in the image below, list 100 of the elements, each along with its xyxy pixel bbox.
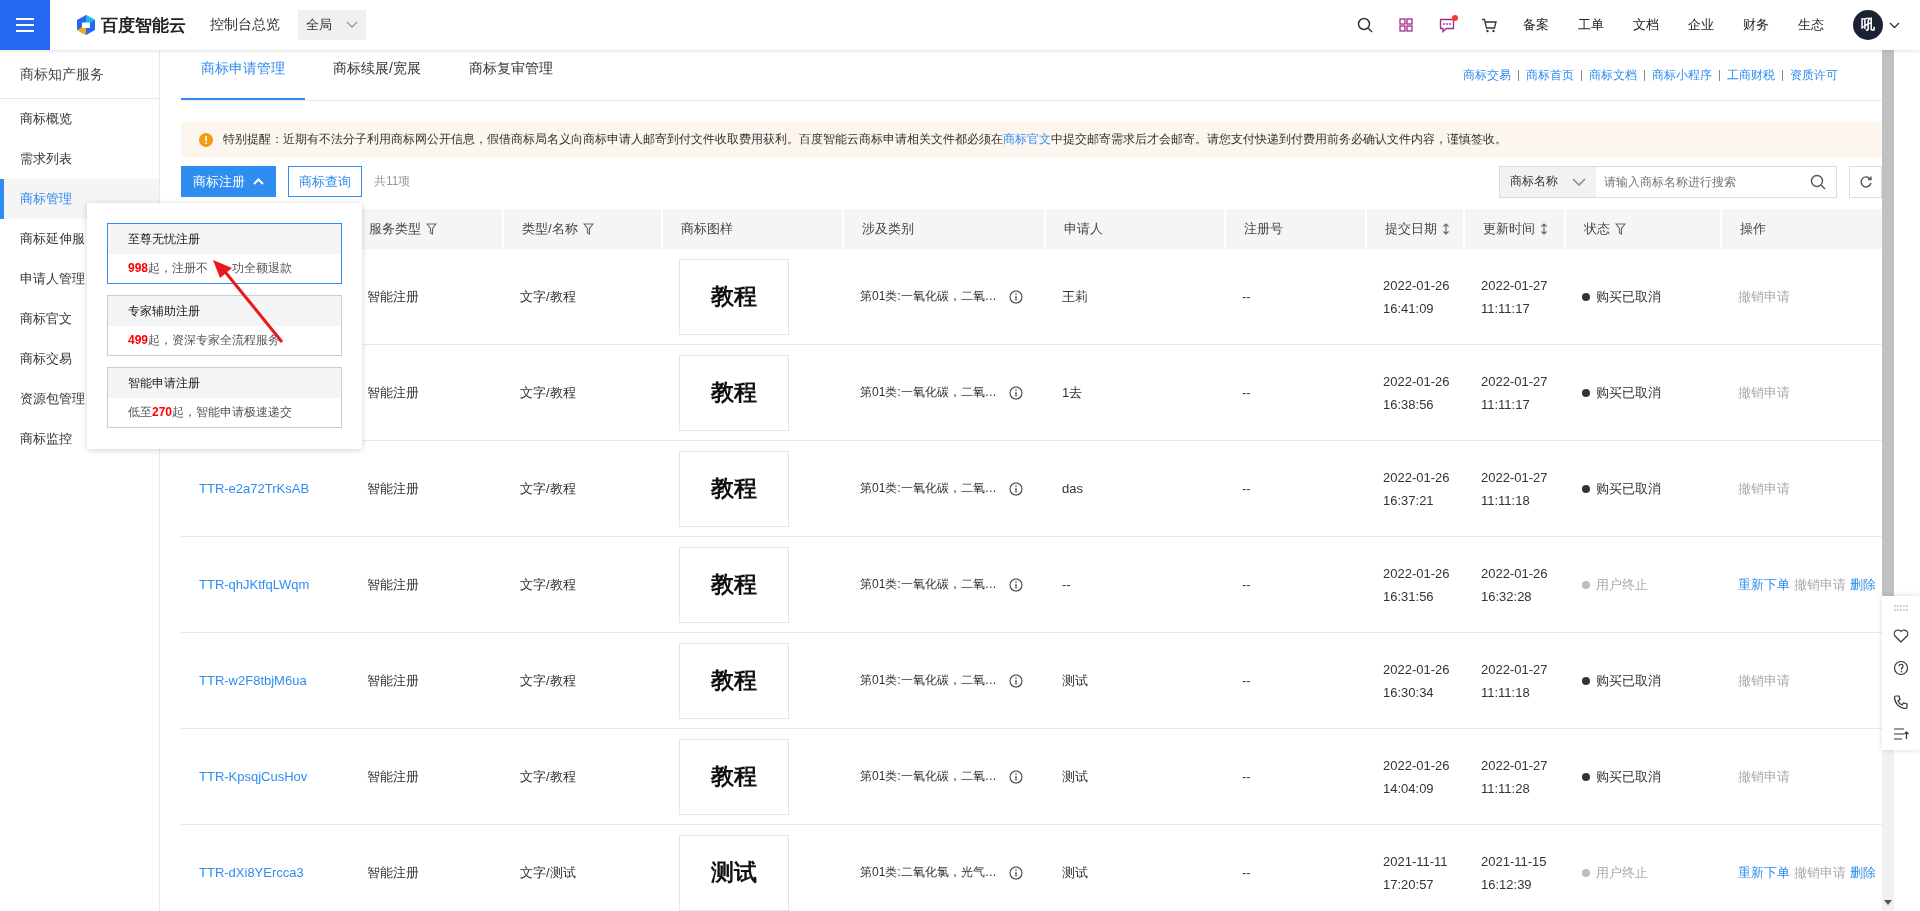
tab[interactable]: 商标申请管理 [181,50,305,100]
search-bar[interactable]: 商标名称 请输入商标名称进行搜索 [1499,165,1837,198]
table-cell: 1去 [1062,383,1083,402]
action-link[interactable]: 重新下单 [1738,863,1790,882]
drag-handle-icon[interactable] [1894,604,1908,611]
action-link[interactable]: 重新下单 [1738,575,1790,594]
table-cell: 智能注册 [367,383,419,402]
order-id-link[interactable]: TTR-KpsqjCusHov [199,769,308,784]
brand-name[interactable]: 百度智能云 [101,13,186,37]
grid-icon[interactable] [1399,18,1413,32]
table-cell: -- [1242,577,1251,592]
column-header: 注册号 [1224,209,1365,249]
trademark-sample: 教程 [679,354,789,431]
table-cell: 2022-01-27 [1481,277,1548,293]
table-cell: 16:30:34 [1383,684,1434,700]
action-link[interactable]: 删除 [1850,575,1876,594]
order-id-link[interactable]: TTR-w2F8tbjM6ua [199,673,307,688]
nav-link[interactable]: 财务 [1743,16,1769,34]
menu-option[interactable]: 智能申请注册 低至270起，智能申请极速递交 [107,367,342,428]
quick-link[interactable]: 工商财税 [1727,66,1775,84]
quick-link[interactable]: 商标首页 [1526,66,1574,84]
column-header: 涉及类别 [842,209,1044,249]
quick-link[interactable]: 商标小程序 [1652,66,1712,84]
menu-option[interactable]: 至尊无忧注册 998起，注册不 功全额退款 [107,223,342,284]
option-title: 专家辅助注册 [108,296,341,326]
table-cell: 智能注册 [367,863,419,882]
table-cell: 文字/教程 [520,767,576,786]
table-cell: 11:11:28 [1481,780,1530,796]
status-text: 购买已取消 [1596,287,1661,306]
order-id-link[interactable]: TTR-dXi8YErcca3 [199,865,304,880]
nav-link[interactable]: 备案 [1523,16,1549,34]
info-icon[interactable] [1008,865,1023,880]
table-cell: 文字/教程 [520,671,576,690]
quick-link[interactable]: 资质许可 [1790,66,1838,84]
search-icon[interactable] [1810,173,1826,190]
chevron-down-icon [1572,177,1586,186]
table-cell: 16:38:56 [1383,396,1434,412]
refresh-icon [1858,174,1873,189]
nav-link[interactable]: 企业 [1688,16,1714,34]
quick-link[interactable]: 商标文档 [1589,66,1637,84]
table-cell: 2022-01-26 [1383,469,1450,485]
filter-icon[interactable] [426,223,437,235]
notice-link[interactable]: 商标官文 [1003,132,1051,146]
table-cell: -- [1242,673,1251,688]
cart-icon[interactable] [1481,17,1497,33]
phone-icon[interactable] [1893,693,1909,710]
scrollbar-thumb[interactable] [1882,50,1894,596]
info-icon[interactable] [1008,577,1023,592]
list-icon[interactable] [1893,727,1909,742]
heart-icon[interactable] [1893,628,1909,644]
search-type-select[interactable]: 商标名称 [1500,166,1596,197]
search-icon[interactable] [1357,17,1373,33]
sort-icon[interactable] [1540,223,1548,235]
column-header: 更新时间 [1463,209,1564,249]
tab[interactable]: 商标续展/宽展 [313,50,441,100]
quick-link[interactable]: 商标交易 [1463,66,1511,84]
info-icon[interactable] [1008,481,1023,496]
action-link[interactable]: 删除 [1850,863,1876,882]
tab[interactable]: 商标复审管理 [448,50,573,100]
avatar[interactable]: 吼 [1853,10,1883,40]
chevron-down-icon [346,21,358,29]
option-description: 499起，资深专家全流程服务 [127,332,282,349]
table-cell: 16:31:56 [1383,588,1434,604]
console-link[interactable]: 控制台总览 [210,16,280,34]
table-cell: 测试 [1062,863,1088,882]
table-cell: 测试 [1062,671,1088,690]
table-cell: 2022-01-26 [1383,757,1450,773]
table-cell: 文字/教程 [520,575,576,594]
table-cell: 16:12:39 [1481,876,1532,892]
nav-link[interactable]: 文档 [1633,16,1659,34]
nav-link[interactable]: 工单 [1578,16,1604,34]
query-button[interactable]: 商标查询 [288,166,362,197]
filter-icon[interactable] [582,223,594,235]
info-icon[interactable] [1008,289,1023,304]
refresh-button[interactable] [1849,165,1882,198]
status-text: 购买已取消 [1596,479,1661,498]
filter-icon[interactable] [1615,223,1626,235]
menu-button[interactable] [0,0,50,50]
order-id-link[interactable]: TTR-qhJKtfqLWqm [199,577,310,592]
table-cell: 第01类:一氧化碳，二氧… [860,672,997,689]
info-icon[interactable] [1008,769,1023,784]
sort-icon[interactable] [1442,223,1450,235]
region-select[interactable]: 全局 [298,10,366,40]
info-icon[interactable] [1008,673,1023,688]
help-icon[interactable] [1893,660,1909,677]
register-button[interactable]: 商标注册 [181,166,276,197]
status-text: 购买已取消 [1596,671,1661,690]
message-icon[interactable] [1439,17,1455,33]
sidebar-item[interactable]: 需求列表 [0,139,159,179]
info-icon[interactable] [1008,385,1023,400]
column-header: 申请人 [1044,209,1224,249]
scroll-down-icon[interactable] [1884,900,1892,905]
table-cell: 智能注册 [367,767,419,786]
sidebar-item[interactable]: 商标概览 [0,99,159,139]
table-cell: 16:37:21 [1383,492,1434,508]
chevron-down-icon[interactable] [1889,21,1900,29]
table-cell: 文字/教程 [520,479,576,498]
order-id-link[interactable]: TTR-e2a72TrKsAB [199,481,310,496]
menu-option[interactable]: 专家辅助注册 499起，资深专家全流程服务 [107,295,342,356]
nav-link[interactable]: 生态 [1798,16,1824,34]
